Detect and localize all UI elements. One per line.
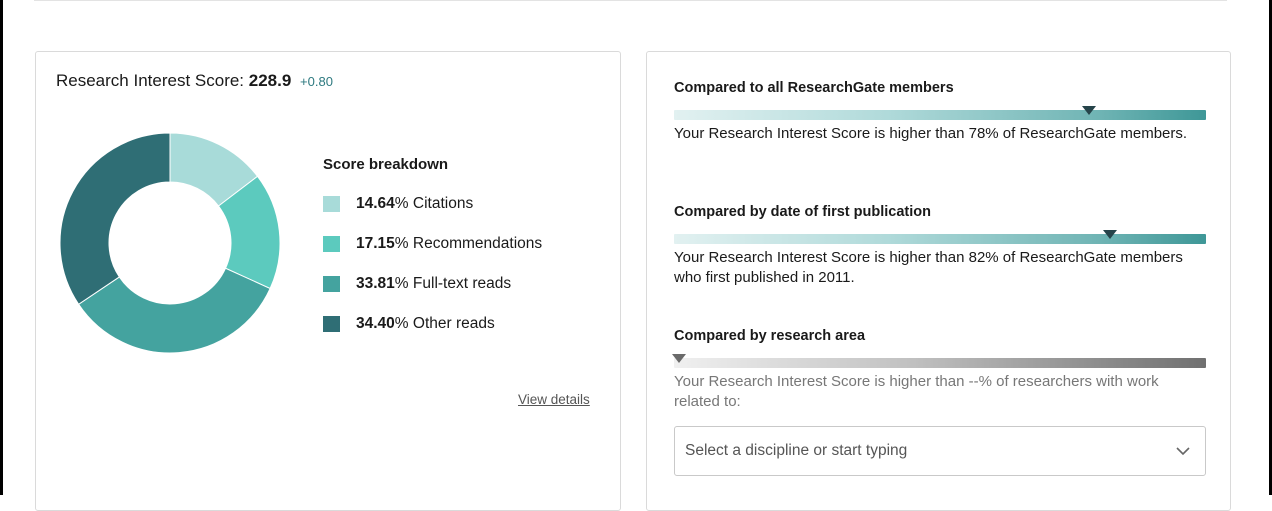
legend-percent-sign: % xyxy=(394,275,409,292)
comparison-card: Compared to all ResearchGate members You… xyxy=(646,51,1231,511)
breakdown-title: Score breakdown xyxy=(323,156,449,173)
comparison-description: Your Research Interest Score is higher t… xyxy=(674,249,1183,286)
percentile-bar xyxy=(674,106,1206,120)
legend-label: Citations xyxy=(412,195,474,212)
score-value: 228.9 xyxy=(248,71,292,90)
legend-item-other-reads: 34.40% Other reads xyxy=(323,314,542,334)
score-label: Research Interest Score: xyxy=(56,71,245,90)
score-heading: Research Interest Score: 228.9 +0.80 xyxy=(56,71,333,91)
legend-item-full-text-reads: 33.81% Full-text reads xyxy=(323,274,542,294)
score-donut-chart xyxy=(59,133,281,353)
percentile-marker-icon xyxy=(1103,230,1118,239)
chevron-down-icon xyxy=(1176,447,1190,456)
legend-swatch xyxy=(323,316,340,332)
discipline-select[interactable]: Select a discipline or start typing xyxy=(674,426,1206,476)
legend-swatch xyxy=(323,196,340,212)
legend-item-recommendations: 17.15% Recommendations xyxy=(323,234,542,254)
comparison-title: Compared by research area xyxy=(674,328,866,344)
score-breakdown-card: Research Interest Score: 228.9 +0.80 Sco… xyxy=(35,51,621,511)
legend-swatch xyxy=(323,236,340,252)
legend-percent-sign: % xyxy=(394,315,409,332)
legend-label: Other reads xyxy=(412,315,495,332)
section-divider xyxy=(34,0,1227,1)
comparison-title: Compared by date of first publication xyxy=(674,204,931,220)
window-border-left xyxy=(0,0,3,495)
comparison-all-members: Compared to all ResearchGate members You… xyxy=(674,80,1206,144)
percentile-gradient xyxy=(674,110,1206,120)
percentile-gradient xyxy=(674,358,1206,368)
comparison-title: Compared to all ResearchGate members xyxy=(674,80,954,96)
legend-label: Full-text reads xyxy=(412,275,512,292)
comparison-first-publication: Compared by date of first publication Yo… xyxy=(674,204,1206,288)
legend-swatch xyxy=(323,276,340,292)
percentile-bar xyxy=(672,354,1206,368)
discipline-select-placeholder: Select a discipline or start typing xyxy=(685,442,908,459)
legend-item-citations: 14.64% Citations xyxy=(323,194,542,214)
percentile-marker-icon xyxy=(1081,106,1096,115)
legend-percent-sign: % xyxy=(394,195,409,212)
legend-percent-sign: % xyxy=(394,235,409,252)
comparison-description: Your Research Interest Score is higher t… xyxy=(674,373,1159,410)
breakdown-legend: 14.64% Citations 17.15% Recommendations … xyxy=(323,194,542,354)
legend-percent: 14.64 xyxy=(356,195,395,212)
legend-percent: 33.81 xyxy=(356,275,395,292)
legend-label: Recommendations xyxy=(412,235,543,252)
legend-percent: 34.40 xyxy=(356,315,395,332)
percentile-gradient xyxy=(674,234,1206,244)
donut-slice-other-reads xyxy=(59,133,171,305)
view-details-link[interactable]: View details xyxy=(518,392,590,407)
percentile-bar xyxy=(674,230,1206,244)
comparison-description: Your Research Interest Score is higher t… xyxy=(674,125,1188,142)
comparison-research-area: Compared by research area Your Research … xyxy=(672,328,1206,412)
percentile-marker-icon xyxy=(672,354,686,363)
score-delta: +0.80 xyxy=(300,74,333,89)
legend-percent: 17.15 xyxy=(356,235,395,252)
